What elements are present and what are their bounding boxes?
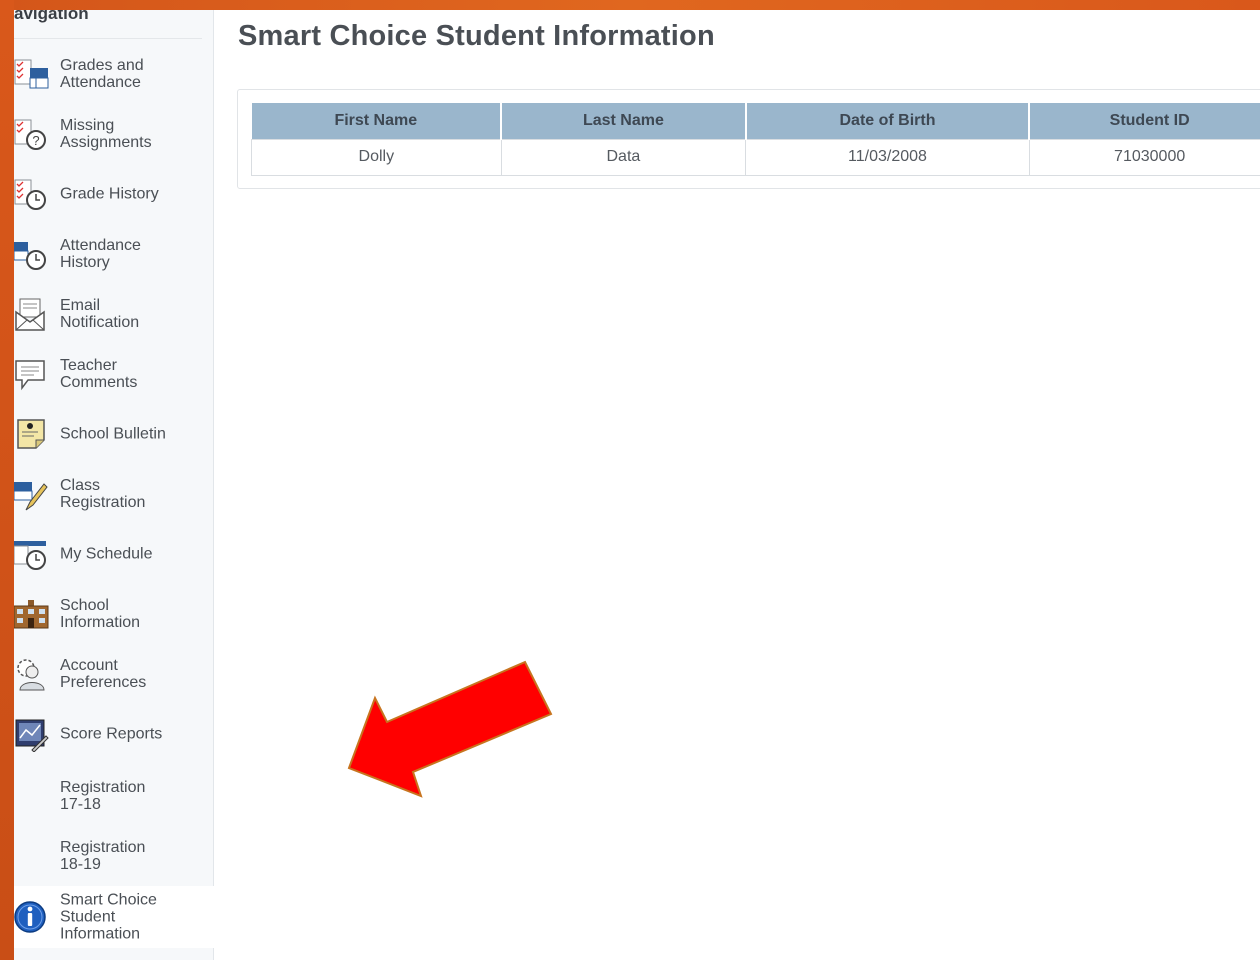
navigation-divider: [14, 38, 202, 39]
sidebar-item-label: School Information: [60, 597, 141, 631]
sidebar-item-grade-history[interactable]: Grade History: [14, 166, 214, 222]
column-header-date-of-birth: Date of Birth: [745, 103, 1031, 139]
account-preferences-icon: [17, 659, 45, 691]
my-schedule-icon: [14, 541, 46, 570]
missing-assignments-icon: ?: [14, 119, 46, 150]
sidebar-item-label: Registration 17-18: [60, 779, 146, 813]
sidebar-item-account-preferences[interactable]: Account Preferences: [14, 646, 214, 702]
teacher-comments-icon: [15, 360, 45, 391]
column-header-first-name: First Name: [251, 103, 503, 139]
slide-frame-top: [0, 0, 1260, 10]
grade-history-icon: [14, 179, 46, 210]
sidebar-item-my-schedule[interactable]: My Schedule: [14, 526, 214, 582]
sidebar-item-label: My Schedule: [60, 545, 153, 563]
column-header-student-id: Student ID: [1029, 103, 1260, 139]
sidebar-item-school-information[interactable]: School Information: [14, 586, 214, 642]
red-pointer-arrow: [347, 660, 553, 798]
sidebar-item-label: Registration 18-19: [60, 839, 146, 873]
cell-last-name: Data: [500, 138, 747, 176]
sidebar-item-label: School Bulletin: [60, 425, 166, 443]
sidebar-item-registration-17-18[interactable]: Registration 17-18: [14, 768, 214, 824]
sidebar-item-score-reports[interactable]: Score Reports: [14, 706, 214, 762]
svg-text:?: ?: [32, 133, 39, 148]
sidebar-item-class-registration[interactable]: Class Registration: [14, 466, 214, 522]
student-info-panel: First Name Last Name Date of Birth Stude…: [237, 89, 1260, 189]
sidebar-item-grades-attendance[interactable]: Grades and Attendance: [14, 46, 214, 102]
table-header-row: First Name Last Name Date of Birth Stude…: [251, 103, 1260, 139]
slide-frame-left: [0, 0, 14, 960]
column-header-last-name: Last Name: [501, 103, 747, 139]
grades-attendance-icon: [14, 59, 49, 89]
cell-first-name: Dolly: [251, 138, 502, 176]
sidebar-item-label: Class Registration: [60, 477, 146, 511]
cell-date-of-birth: 11/03/2008: [745, 138, 1030, 176]
page-title: Smart Choice Student Information: [238, 20, 715, 52]
score-reports-icon: [15, 719, 49, 752]
sidebar-item-label: Missing Assignments: [60, 117, 152, 151]
sidebar-item-smart-choice-student-information[interactable]: Smart Choice Student Information: [14, 886, 214, 948]
attendance-history-icon: [14, 242, 46, 270]
navigation-sidebar: avigation Grades and Attendance ? Missin…: [14, 0, 214, 960]
sidebar-item-label: Teacher Comments: [60, 357, 138, 391]
sidebar-item-teacher-comments[interactable]: Teacher Comments: [14, 346, 214, 402]
sidebar-item-registration-18-19[interactable]: Registration 18-19: [14, 828, 214, 884]
class-registration-icon: [14, 482, 48, 511]
sidebar-item-label: Grades and Attendance: [60, 57, 144, 91]
info-icon: [14, 901, 46, 933]
sidebar-item-label: Grade History: [60, 185, 159, 203]
sidebar-item-attendance-history[interactable]: Attendance History: [14, 226, 214, 282]
student-info-table: First Name Last Name Date of Birth Stude…: [251, 103, 1260, 176]
cell-student-id: 71030000: [1028, 138, 1260, 176]
school-bulletin-icon: [17, 419, 45, 449]
sidebar-item-school-bulletin[interactable]: School Bulletin: [14, 406, 214, 462]
sidebar-item-label: Email Notification: [60, 297, 140, 331]
sidebar-item-label: Account Preferences: [60, 657, 147, 691]
sidebar-item-label: Score Reports: [60, 725, 163, 743]
sidebar-item-email-notification[interactable]: Email Notification: [14, 286, 214, 342]
email-notification-icon: [15, 298, 45, 331]
sidebar-item-label: Smart Choice Student Information: [60, 891, 157, 943]
table-row: Dolly Data 11/03/2008 71030000: [251, 138, 1260, 176]
sidebar-item-missing-assignments[interactable]: ? Missing Assignments: [14, 106, 214, 162]
sidebar-item-label: Attendance History: [60, 237, 141, 271]
school-building-icon: [14, 600, 49, 629]
